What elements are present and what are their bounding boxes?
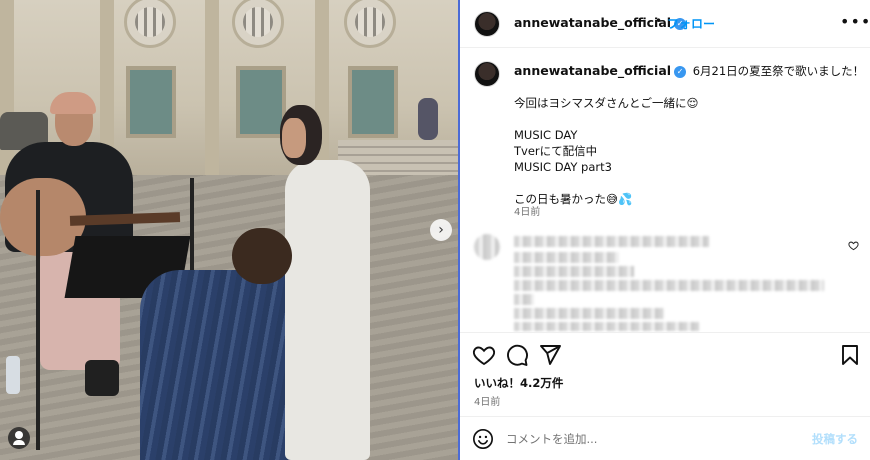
rect-window <box>126 66 176 138</box>
blurred-comment-line <box>514 280 824 291</box>
likes-count[interactable]: いいね！4.2万件 <box>474 375 563 391</box>
round-window <box>124 0 176 48</box>
caption-text <box>514 175 854 191</box>
post-actions: いいね！4.2万件 4日前 <box>460 332 870 416</box>
water-bottle <box>6 356 20 394</box>
caption-text: MUSIC DAY <box>514 128 578 142</box>
more-options-icon[interactable]: ••• <box>840 12 870 31</box>
background-person <box>418 98 438 140</box>
share-icon[interactable] <box>538 343 562 367</box>
avatar[interactable] <box>474 11 500 37</box>
caption-avatar[interactable] <box>474 61 500 87</box>
post-header: annewatanabe_official ✓ • フォロー ••• <box>460 0 870 48</box>
blurred-comment-line <box>514 252 619 263</box>
post-photo[interactable]: › <box>0 0 458 460</box>
blurred-comment-line <box>514 322 699 331</box>
singer-guitar <box>232 228 292 284</box>
blurred-comment-line <box>514 294 534 305</box>
bookmark-icon[interactable] <box>838 343 862 367</box>
singer-coat <box>285 160 370 460</box>
verified-badge-icon: ✓ <box>674 66 687 78</box>
rect-window <box>348 66 398 138</box>
mic-stand <box>36 190 40 450</box>
user-tag-icon[interactable] <box>8 427 30 449</box>
caption-text: Tverにて配信中 <box>514 144 598 158</box>
follow-button[interactable]: フォロー <box>667 15 715 32</box>
comment-input[interactable] <box>506 429 796 449</box>
rect-window <box>236 66 286 138</box>
guitarist-shoe <box>85 360 119 396</box>
caption-username[interactable]: annewatanabe_official <box>514 63 671 78</box>
username-text[interactable]: annewatanabe_official <box>514 15 671 30</box>
caption-text: 6月21日の夏至祭で歌いました！ <box>692 64 865 78</box>
post-comment-button[interactable]: 投稿する <box>812 431 858 447</box>
round-window <box>344 0 396 48</box>
chevron-right-icon[interactable]: › <box>430 219 452 241</box>
caption-text: MUSIC DAY part3 <box>514 160 612 174</box>
comment-icon[interactable] <box>505 343 529 367</box>
guitarist-cap <box>50 92 96 114</box>
singer-face <box>282 118 306 158</box>
caption-timestamp: 4日前 <box>514 207 541 218</box>
comment-like-heart-icon[interactable] <box>848 240 859 251</box>
post-date: 4日前 <box>474 397 501 408</box>
blurred-comment-line <box>514 266 634 277</box>
post-side-panel: annewatanabe_official ✓ • フォロー ••• annewa… <box>460 0 870 460</box>
caption-text <box>514 111 854 127</box>
comment-bar: 投稿する <box>460 416 870 460</box>
emoji-icon[interactable] <box>472 428 494 450</box>
round-window <box>232 0 284 48</box>
caption-text: この日も暑かった😅💦 <box>514 192 633 206</box>
caption-text: 今回はヨシマスダさんとご一緒に😌 <box>514 96 699 110</box>
blurred-comment-avatar <box>474 234 500 260</box>
blurred-comment-line <box>514 308 664 319</box>
blurred-comment-line <box>514 236 709 247</box>
caption-first-line: annewatanabe_official ✓ 6月21日の夏至祭で歌いました！ <box>514 63 864 79</box>
post-caption: annewatanabe_official ✓ 6月21日の夏至祭で歌いました！ … <box>514 63 864 207</box>
pillar <box>205 0 219 175</box>
heart-icon[interactable] <box>472 343 496 367</box>
caption-text <box>514 79 854 95</box>
separator-dot: • <box>655 14 663 28</box>
